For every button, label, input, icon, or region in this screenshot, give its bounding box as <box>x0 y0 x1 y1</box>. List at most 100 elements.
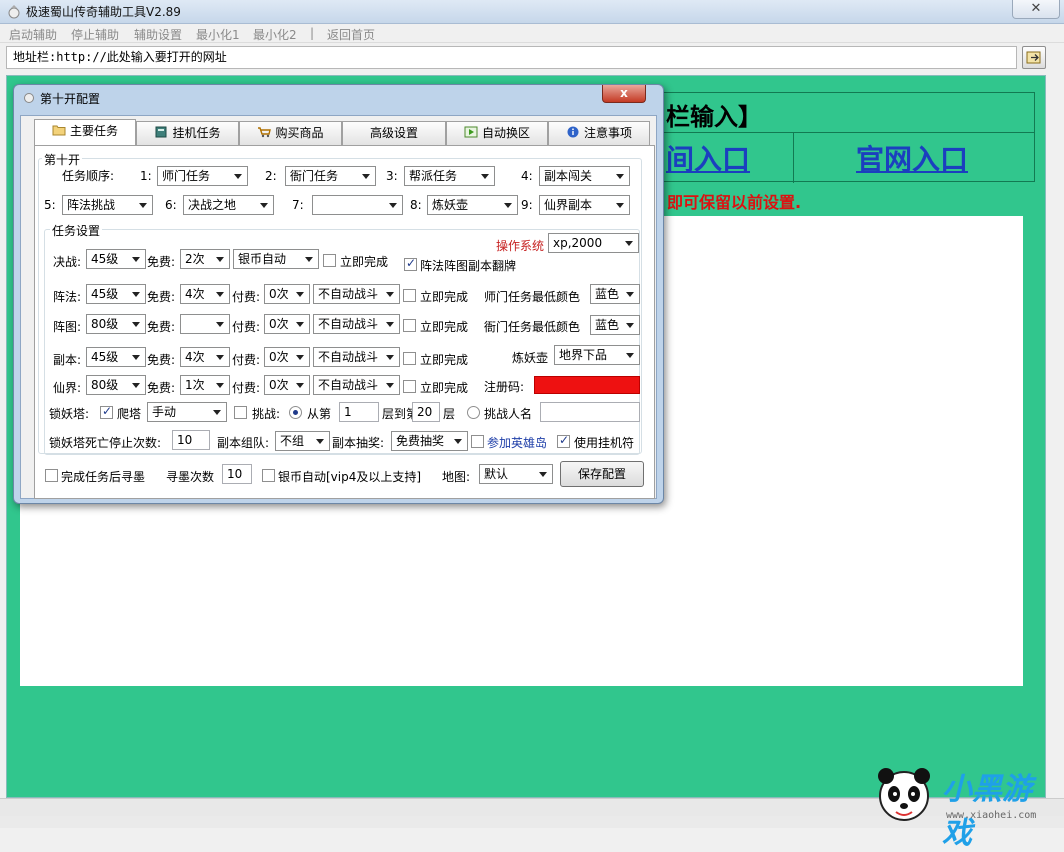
dungeon-pay-label: 付费: <box>232 353 261 367</box>
shimen-color-select[interactable]: 蓝色 <box>590 284 640 304</box>
silver-auto-checkbox[interactable] <box>262 469 275 482</box>
menu-assist-settings[interactable]: 辅助设置 <box>134 26 182 43</box>
shimen-color-label: 师门任务最低颜色 <box>484 290 581 304</box>
chart-fight-select[interactable]: 不自动战斗 <box>313 314 400 334</box>
entry-link-left[interactable]: 间入口 <box>666 138 750 178</box>
menu-stop-assist[interactable]: 停止辅助 <box>71 26 119 43</box>
duel-free-label: 免费: <box>147 255 176 269</box>
from-floor-input[interactable]: 1 <box>339 402 379 422</box>
order-select-7[interactable] <box>312 195 403 215</box>
yamen-color-select[interactable]: 蓝色 <box>590 315 640 335</box>
duel-level-select[interactable]: 45级 <box>86 249 146 269</box>
os-select[interactable]: xp,2000 <box>548 233 639 253</box>
menu-bar: 启动辅助 停止辅助 辅助设置 最小化1 最小化2 | 返回首页 <box>0 24 1064 43</box>
formation-instant-checkbox[interactable] <box>403 289 416 302</box>
tab-label: 购买商品 <box>275 126 324 140</box>
hero-island-checkbox[interactable] <box>471 435 484 448</box>
tab-label: 高级设置 <box>369 126 418 140</box>
order-select-9[interactable]: 仙界副本 <box>539 195 630 215</box>
order-select-3[interactable]: 帮派任务 <box>404 166 495 186</box>
official-site-link[interactable]: 官网入口 <box>856 138 968 178</box>
duel-free-select[interactable]: 2次 <box>180 249 230 269</box>
dialog-title: 第十开配置 <box>40 92 101 106</box>
window-titlebar: 极速蜀山传奇辅助工具V2.89 ✕ <box>0 0 1064 24</box>
go-button[interactable] <box>1022 46 1046 69</box>
menu-return-home[interactable]: 返回首页 <box>327 26 375 43</box>
dungeon-free-select[interactable]: 4次 <box>180 347 230 367</box>
lottery-select[interactable]: 免费抽奖 <box>391 431 468 451</box>
os-label: 操作系统 <box>496 239 545 253</box>
tab-main-tasks[interactable]: 主要任务 <box>34 119 136 146</box>
climb-checkbox[interactable] <box>100 404 113 419</box>
lianyao-select[interactable]: 地界下品 <box>554 345 640 365</box>
dungeon-level-select[interactable]: 45级 <box>86 347 146 367</box>
challenge-person-radio[interactable] <box>467 406 480 419</box>
menu-minimize-2[interactable]: 最小化2 <box>253 26 297 43</box>
tab-auto-switch-zone[interactable]: 自动换区 <box>446 121 548 145</box>
order-num-4: 4: <box>521 169 533 183</box>
fairy-pay-select[interactable]: 0次 <box>264 375 310 395</box>
death-stop-input[interactable]: 10 <box>172 430 210 450</box>
fairy-level-select[interactable]: 80级 <box>86 375 146 395</box>
formation-free-label: 免费: <box>147 290 176 304</box>
team-label: 副本组队: <box>217 436 270 450</box>
climb-mode-select[interactable]: 手动 <box>147 402 227 422</box>
challenge-label: 挑战: <box>252 407 281 421</box>
dungeon-pay-select[interactable]: 0次 <box>264 347 310 367</box>
floor-range-radio[interactable] <box>289 406 302 419</box>
menu-minimize-1[interactable]: 最小化1 <box>196 26 240 43</box>
fairy-free-label: 免费: <box>147 381 176 395</box>
duel-instant-checkbox[interactable] <box>323 254 336 267</box>
to-floor-input[interactable]: 20 <box>412 402 440 422</box>
use-charm-checkbox[interactable] <box>557 433 570 448</box>
address-input[interactable]: 地址栏:http://此处输入要打开的网址 <box>6 46 1017 69</box>
challenge-checkbox[interactable] <box>234 406 247 419</box>
team-select[interactable]: 不组 <box>275 431 330 451</box>
chart-pay-select[interactable]: 0次 <box>264 314 310 334</box>
yamen-color-label: 衙门任务最低颜色 <box>484 320 581 334</box>
entry-divider <box>793 133 794 183</box>
formation-fight-select[interactable]: 不自动战斗 <box>313 284 400 304</box>
seek-count-input[interactable]: 10 <box>222 464 252 484</box>
challenge-person-input[interactable] <box>540 402 640 422</box>
chart-free-select[interactable] <box>180 314 230 334</box>
tab-advanced-settings[interactable]: 高级设置 <box>342 121 446 145</box>
order-select-8[interactable]: 炼妖壶 <box>427 195 518 215</box>
tab-buy-items[interactable]: 购买商品 <box>239 121 342 145</box>
dialog-close-button[interactable]: x <box>602 85 646 103</box>
order-select-4[interactable]: 副本闯关 <box>539 166 630 186</box>
formation-level-select[interactable]: 45级 <box>86 284 146 304</box>
chart-level-select[interactable]: 80级 <box>86 314 146 334</box>
fairy-instant-checkbox[interactable] <box>403 380 416 393</box>
play-icon <box>464 126 478 138</box>
order-select-1[interactable]: 师门任务 <box>157 166 248 186</box>
order-num-2: 2: <box>265 169 277 183</box>
flip-label: 阵法阵图副本翻牌 <box>420 259 517 273</box>
window-close-button[interactable]: ✕ <box>1012 0 1060 19</box>
book-icon <box>155 126 167 138</box>
dungeon-instant-checkbox[interactable] <box>403 352 416 365</box>
tab-idle-tasks[interactable]: 挂机任务 <box>136 121 239 145</box>
menu-start-assist[interactable]: 启动辅助 <box>9 26 57 43</box>
dungeon-fight-select[interactable]: 不自动战斗 <box>313 347 400 367</box>
map-select[interactable]: 默认 <box>479 464 553 484</box>
group-task-settings-title: 任务设置 <box>50 222 103 239</box>
order-select-2[interactable]: 衙门任务 <box>285 166 376 186</box>
fairy-fight-select[interactable]: 不自动战斗 <box>313 375 400 395</box>
formation-free-select[interactable]: 4次 <box>180 284 230 304</box>
chart-instant-checkbox[interactable] <box>403 319 416 332</box>
save-config-button[interactable]: 保存配置 <box>560 461 644 487</box>
order-select-5[interactable]: 阵法挑战 <box>62 195 153 215</box>
after-task-checkbox[interactable] <box>45 469 58 482</box>
tab-notes[interactable]: 注意事项 <box>548 121 650 145</box>
climb-label: 爬塔 <box>117 407 142 421</box>
order-select-6[interactable]: 决战之地 <box>183 195 274 215</box>
challenge-person-label: 挑战人名 <box>484 407 533 421</box>
fairy-pay-label: 付费: <box>232 381 261 395</box>
reg-code-input[interactable] <box>534 376 640 394</box>
fairy-free-select[interactable]: 1次 <box>180 375 230 395</box>
duel-silver-select[interactable]: 银币自动 <box>233 249 319 269</box>
order-num-8: 8: <box>410 198 422 212</box>
formation-pay-select[interactable]: 0次 <box>264 284 310 304</box>
flip-checkbox[interactable] <box>404 256 417 271</box>
